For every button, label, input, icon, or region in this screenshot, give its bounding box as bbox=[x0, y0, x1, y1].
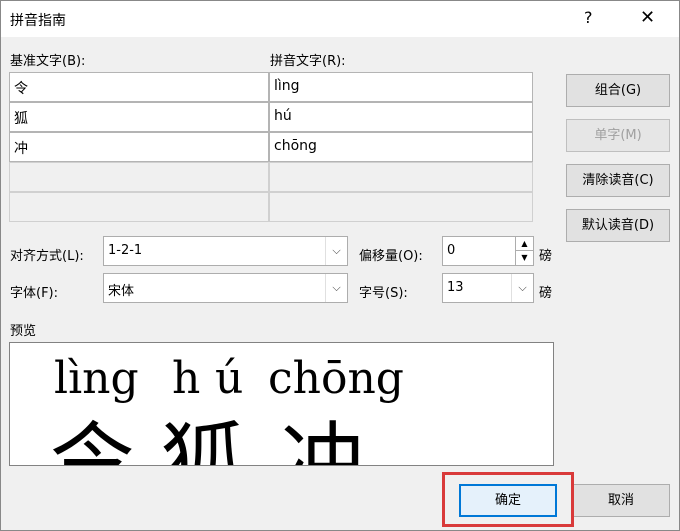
preview-char: 冲 bbox=[280, 413, 365, 466]
pinyin-cell[interactable]: chōng bbox=[269, 132, 533, 162]
spin-up-icon[interactable]: ▲ bbox=[515, 237, 533, 251]
alignment-select[interactable]: 1-2-1 ⌵ bbox=[103, 236, 348, 266]
pinyin-cell[interactable]: lìng bbox=[269, 72, 533, 102]
offset-value: 0 bbox=[447, 243, 456, 258]
font-label: 字体(F): bbox=[10, 286, 59, 301]
offset-spinner[interactable]: 0 ▲ ▼ bbox=[442, 236, 534, 266]
offset-label: 偏移量(O): bbox=[359, 249, 423, 264]
font-value: 宋体 bbox=[108, 284, 135, 299]
pinyin-text-label: 拼音文字(R): bbox=[270, 54, 346, 69]
group-button[interactable]: 组合(G) bbox=[566, 74, 670, 107]
base-cell[interactable]: 狐 bbox=[9, 102, 269, 132]
base-cell[interactable]: 冲 bbox=[9, 132, 269, 162]
preview-char: 狐 bbox=[160, 413, 245, 466]
size-select[interactable]: 13 ⌵ bbox=[442, 273, 534, 303]
size-value: 13 bbox=[447, 280, 464, 295]
cancel-button[interactable]: 取消 bbox=[572, 484, 670, 517]
pinyin-cell-empty bbox=[269, 192, 533, 222]
chevron-down-icon[interactable]: ⌵ bbox=[325, 274, 347, 302]
base-text-label: 基准文字(B): bbox=[10, 54, 86, 69]
default-reading-button[interactable]: 默认读音(D) bbox=[566, 209, 670, 242]
close-icon[interactable]: ✕ bbox=[640, 7, 655, 28]
base-cell-empty bbox=[9, 192, 269, 222]
font-select[interactable]: 宋体 ⌵ bbox=[103, 273, 348, 303]
spin-down-icon[interactable]: ▼ bbox=[515, 251, 533, 265]
pinyin-cell[interactable]: hú bbox=[269, 102, 533, 132]
alignment-label: 对齐方式(L): bbox=[10, 249, 84, 264]
title-bar: 拼音指南 ? ✕ bbox=[0, 0, 680, 38]
ok-button[interactable]: 确定 bbox=[459, 484, 557, 517]
dialog-title: 拼音指南 bbox=[10, 13, 66, 29]
single-char-button[interactable]: 单字(M) bbox=[566, 119, 670, 152]
preview-char: 令 bbox=[50, 413, 135, 466]
base-cell-empty bbox=[9, 162, 269, 192]
pinyin-cell-empty bbox=[269, 162, 533, 192]
preview-label: 预览 bbox=[10, 324, 37, 339]
chevron-down-icon[interactable]: ⌵ bbox=[511, 274, 533, 302]
alignment-value: 1-2-1 bbox=[108, 243, 143, 258]
clear-reading-button[interactable]: 清除读音(C) bbox=[566, 164, 670, 197]
size-label: 字号(S): bbox=[359, 286, 408, 301]
help-icon[interactable]: ? bbox=[584, 8, 593, 27]
base-cell[interactable]: 令 bbox=[9, 72, 269, 102]
size-unit: 磅 bbox=[539, 286, 553, 301]
chevron-down-icon[interactable]: ⌵ bbox=[325, 237, 347, 265]
preview-box: lìng h ú chōng 令 狐 冲 bbox=[9, 342, 554, 466]
offset-unit: 磅 bbox=[539, 249, 553, 264]
